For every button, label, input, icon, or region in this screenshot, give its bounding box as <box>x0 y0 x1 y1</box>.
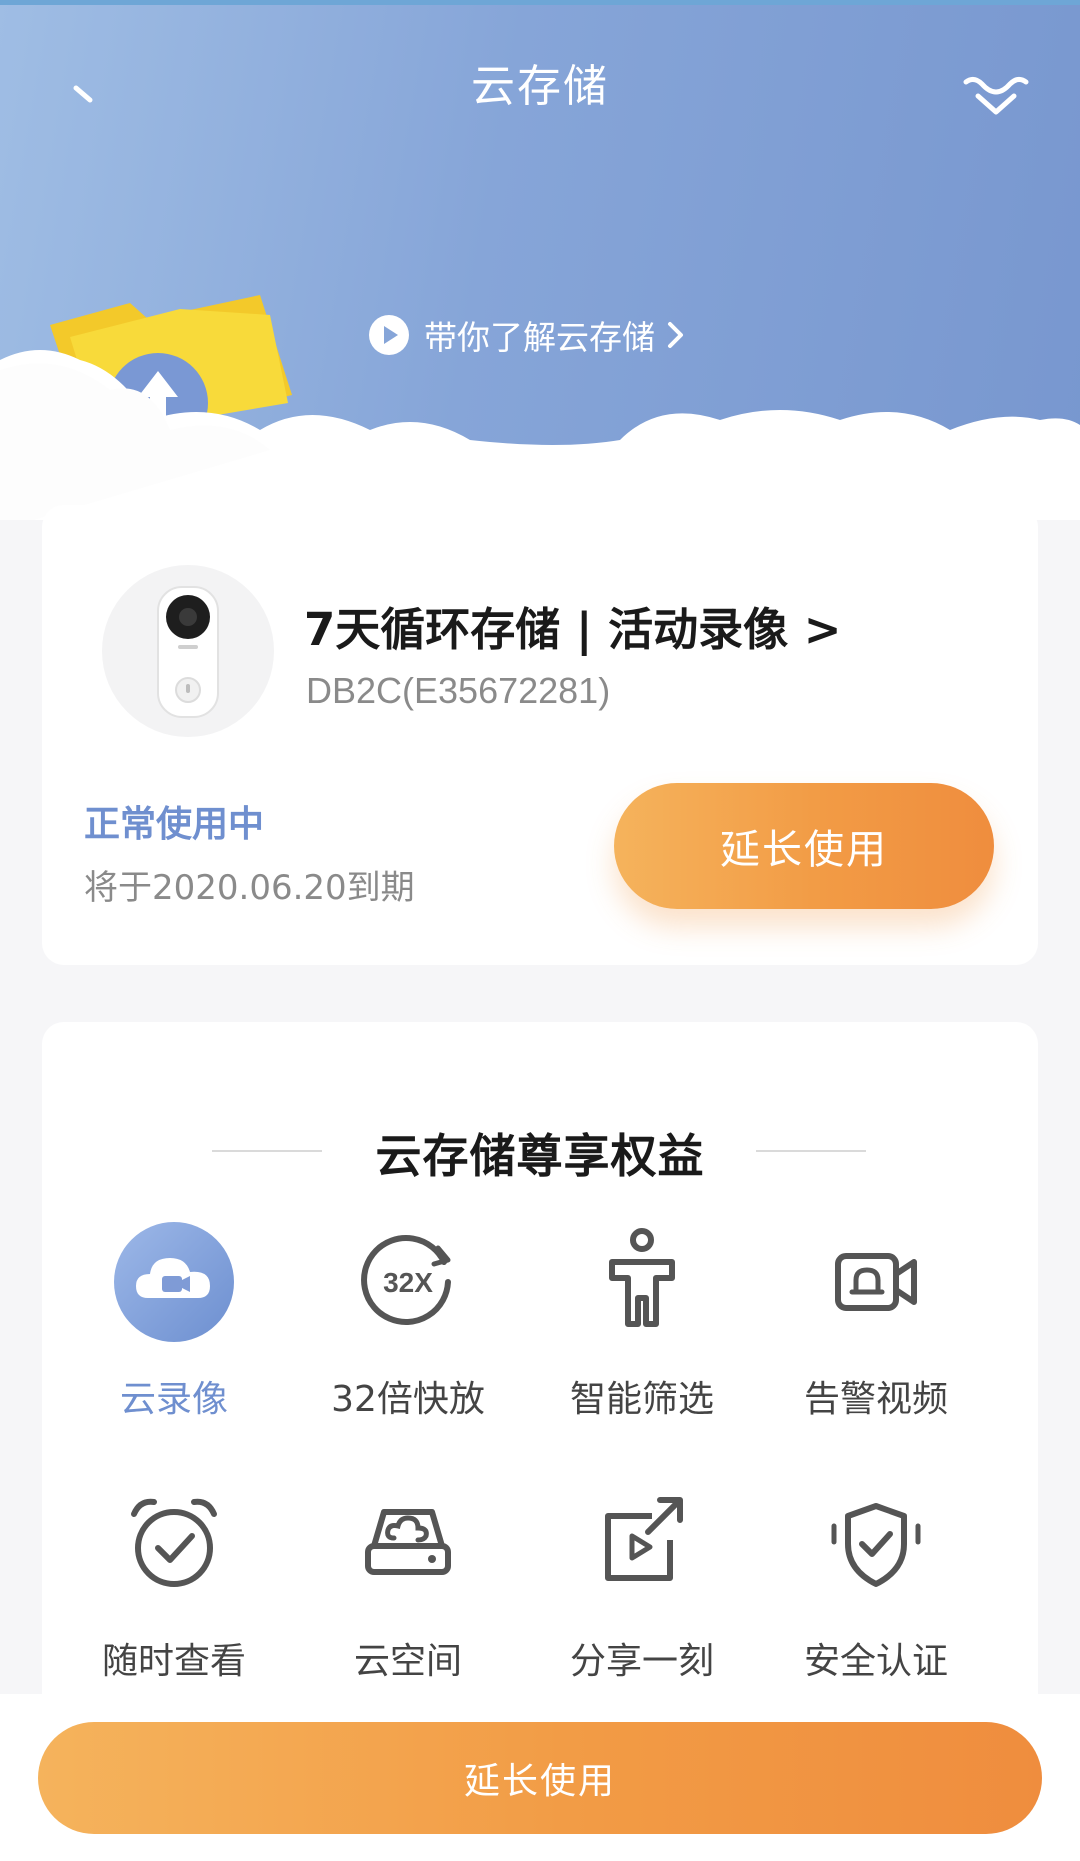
benefit-cloud-space[interactable]: 云空间 <box>292 1484 524 1704</box>
badge-32x: 32X <box>383 1267 433 1298</box>
security-shield-icon <box>831 1503 921 1587</box>
share-video-icon <box>605 1497 683 1581</box>
bottom-extend-button[interactable]: 延长使用 <box>38 1722 1042 1834</box>
cloud-video-icon <box>114 1222 234 1342</box>
status-strip <box>0 0 1080 5</box>
benefit-label: 智能筛选 <box>569 1379 714 1420</box>
cloud-decoration <box>0 350 1080 520</box>
benefit-smart-filter[interactable]: 智能筛选 <box>526 1222 758 1442</box>
fast-play-32x-icon: 32X <box>361 1234 451 1325</box>
plan-card: 7天循环存储 | 活动录像 > DB2C(E35672281) 正常使用中 将于… <box>42 505 1038 965</box>
benefit-security-cert[interactable]: 安全认证 <box>760 1484 992 1704</box>
benefit-share-moment[interactable]: 分享一刻 <box>526 1484 758 1704</box>
benefit-label: 云空间 <box>353 1641 462 1682</box>
benefit-label: 安全认证 <box>803 1641 948 1682</box>
benefit-label: 随时查看 <box>101 1641 246 1682</box>
benefit-anytime-view[interactable]: 随时查看 <box>58 1484 290 1704</box>
divider-right <box>756 1150 866 1152</box>
benefits-title: 云存储尊享权益 <box>375 1129 705 1183</box>
alarm-clock-icon <box>131 1498 217 1587</box>
benefit-label: 分享一刻 <box>569 1641 714 1682</box>
alarm-video-icon <box>835 1253 917 1311</box>
device-id: DB2C(E35672281) <box>306 670 611 711</box>
benefit-label: 云录像 <box>119 1379 228 1420</box>
benefit-label: 告警视频 <box>803 1379 948 1420</box>
doorbell-camera-icon <box>157 586 219 718</box>
device-thumbnail <box>102 565 274 737</box>
benefit-fast-play[interactable]: 32X 32倍快放 <box>292 1222 524 1442</box>
plan-title-link[interactable]: 7天循环存储 | 活动录像 > <box>304 593 841 658</box>
expiry-date: 将于2020.06.20到期 <box>84 868 415 908</box>
benefits-heading: 云存储尊享权益 <box>42 1102 1038 1183</box>
benefit-label: 32倍快放 <box>331 1379 485 1420</box>
page-title: 云存储 <box>471 61 609 112</box>
service-status: 正常使用中 <box>84 804 265 845</box>
benefit-alarm-video[interactable]: 告警视频 <box>760 1222 992 1442</box>
more-menu-icon[interactable] <box>960 72 1032 118</box>
header-banner: 云存储 带你了解云存储 <box>0 0 1080 520</box>
extend-button[interactable]: 延长使用 <box>614 783 994 909</box>
cloud-drive-icon <box>365 1509 451 1575</box>
benefits-card: 云存储尊享权益 云录像 32X 32倍快放 智能筛选 告警视频 随时查看 云空间… <box>42 1022 1038 1722</box>
person-filter-icon <box>609 1228 675 1327</box>
benefit-cloud-video[interactable]: 云录像 <box>58 1222 290 1442</box>
